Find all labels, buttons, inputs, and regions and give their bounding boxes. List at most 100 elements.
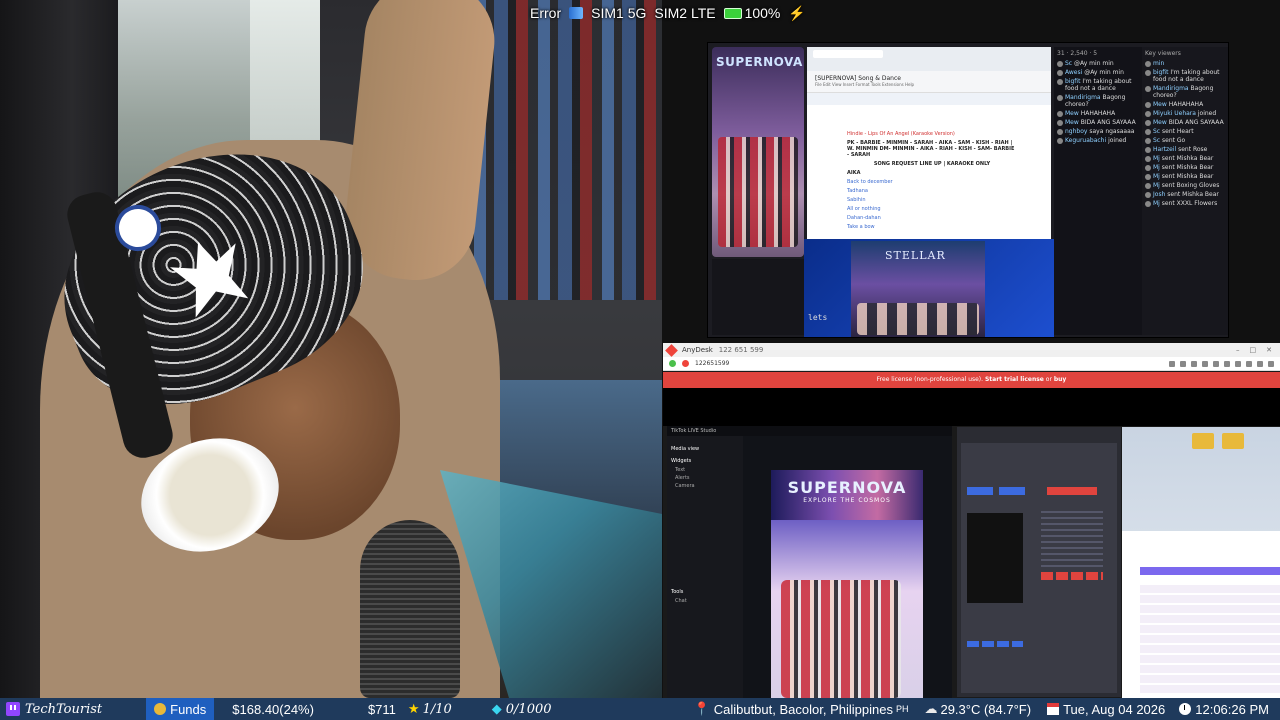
doc-link[interactable]: Back to december bbox=[847, 179, 1017, 185]
toolbar-icon[interactable] bbox=[1180, 360, 1186, 367]
chat-body: Mew HAHAHAHA bbox=[1153, 101, 1203, 108]
chat-username[interactable]: bigfit bbox=[1153, 69, 1168, 76]
cloud-icon: ☁ bbox=[924, 701, 938, 716]
avatar[interactable] bbox=[1145, 192, 1151, 198]
chat-username[interactable]: Hartzeil bbox=[1153, 146, 1176, 153]
remote-button-row[interactable] bbox=[1041, 572, 1103, 580]
start-trial-link[interactable]: Start trial license bbox=[985, 376, 1044, 383]
chat-username[interactable]: Josh bbox=[1153, 191, 1165, 198]
toolbar-icon[interactable] bbox=[1169, 360, 1175, 367]
avatar[interactable] bbox=[1057, 138, 1063, 144]
browser-tab[interactable] bbox=[813, 50, 883, 58]
avatar[interactable] bbox=[1057, 95, 1063, 101]
avatar[interactable] bbox=[1145, 156, 1151, 162]
chat-username[interactable]: Mj bbox=[1153, 155, 1160, 162]
avatar[interactable] bbox=[1145, 165, 1151, 171]
sidebar-item[interactable]: Camera bbox=[675, 483, 739, 489]
avatar[interactable] bbox=[1145, 111, 1151, 117]
chat-message: Mj sent Mishka Bear bbox=[1145, 164, 1225, 171]
toolbar-icon[interactable] bbox=[1257, 360, 1263, 367]
chat-username[interactable]: Mj bbox=[1153, 164, 1160, 171]
avatar[interactable] bbox=[1057, 79, 1063, 85]
minimize-icon[interactable]: – bbox=[1236, 346, 1240, 354]
sidebar-item[interactable]: Alerts bbox=[675, 475, 739, 481]
location-text: Calibutbut, Bacolor, Philippines bbox=[713, 701, 893, 717]
chat-username[interactable]: Sc bbox=[1153, 137, 1160, 144]
toolbar-icon[interactable] bbox=[1202, 360, 1208, 367]
sidebar-scene[interactable]: Media view bbox=[671, 446, 739, 452]
record-icon[interactable] bbox=[682, 360, 689, 367]
avatar[interactable] bbox=[1145, 70, 1151, 76]
chat-text: sent XXXL Flowers bbox=[1161, 200, 1218, 207]
avatar[interactable] bbox=[1145, 61, 1151, 67]
chat-username[interactable]: bigfit bbox=[1065, 78, 1080, 85]
avatar[interactable] bbox=[1145, 102, 1151, 108]
folder-icon[interactable] bbox=[1192, 433, 1214, 449]
chat-username[interactable]: Mew bbox=[1065, 110, 1079, 117]
microphone bbox=[360, 520, 460, 698]
avatar[interactable] bbox=[1145, 147, 1151, 153]
chat-username[interactable]: min bbox=[1153, 60, 1164, 67]
avatar[interactable] bbox=[1057, 61, 1063, 67]
remote-button[interactable] bbox=[999, 487, 1025, 495]
toolbar-icon[interactable] bbox=[1213, 360, 1219, 367]
chat-body: Awesi @Ay min min bbox=[1065, 69, 1124, 76]
chat-message: bigfit I'm taking about food not a dance bbox=[1145, 69, 1225, 83]
anydesk-session-id[interactable]: 122 651 599 bbox=[719, 346, 764, 354]
folder-icon[interactable] bbox=[1222, 433, 1244, 449]
avatar[interactable] bbox=[1145, 183, 1151, 189]
avatar[interactable] bbox=[1057, 111, 1063, 117]
chat-username[interactable]: nghboy bbox=[1065, 128, 1087, 135]
close-icon[interactable]: ✕ bbox=[1266, 346, 1272, 354]
doc-line: SONG REQUEST LINE UP | KARAOKE ONLY bbox=[873, 161, 991, 167]
remote-text-area[interactable] bbox=[967, 513, 1023, 603]
avatar[interactable] bbox=[1057, 120, 1063, 126]
chat-username[interactable]: Miyuki Uehara bbox=[1153, 110, 1196, 117]
avatar[interactable] bbox=[1145, 138, 1151, 144]
doc-link[interactable]: Sabihin bbox=[847, 197, 1017, 203]
remote-button-row[interactable] bbox=[967, 641, 1023, 647]
maximize-icon[interactable]: □ bbox=[1250, 346, 1257, 354]
toolbar-icon[interactable] bbox=[1191, 360, 1197, 367]
avatar[interactable] bbox=[1145, 86, 1151, 92]
chat-text: BIDA ANG SAYAAA bbox=[1168, 119, 1224, 126]
chat-username[interactable]: Mandirigma bbox=[1153, 85, 1189, 92]
chat-username[interactable]: Sc bbox=[1065, 60, 1072, 67]
chat-text: joined bbox=[1108, 137, 1127, 144]
chat-message: Josh sent Mishka Bear bbox=[1145, 191, 1225, 198]
sidebar-item[interactable]: Chat bbox=[675, 598, 739, 604]
doc-link[interactable]: Take a bow bbox=[847, 224, 1017, 230]
chat-body: Hartzeil sent Rose bbox=[1153, 146, 1207, 153]
doc-link[interactable]: Tadhana bbox=[847, 188, 1017, 194]
chat-body: Mj sent Mishka Bear bbox=[1153, 173, 1213, 180]
chat-username[interactable]: Keguruabachi bbox=[1065, 137, 1106, 144]
chat-username[interactable]: Mj bbox=[1153, 173, 1160, 180]
chat-username[interactable]: Mandirigma bbox=[1065, 94, 1101, 101]
chat-username[interactable]: Sc bbox=[1153, 128, 1160, 135]
avatar[interactable] bbox=[1145, 174, 1151, 180]
chat-message: min bbox=[1145, 60, 1225, 67]
avatar[interactable] bbox=[1145, 120, 1151, 126]
avatar[interactable] bbox=[1145, 201, 1151, 207]
chat-username[interactable]: Awesi bbox=[1065, 69, 1082, 76]
anydesk-tab-id[interactable]: 122651599 bbox=[695, 360, 729, 367]
buy-link[interactable]: buy bbox=[1054, 376, 1066, 383]
avatar[interactable] bbox=[1057, 70, 1063, 76]
sidebar-item[interactable]: Text bbox=[675, 467, 739, 473]
remote-button[interactable] bbox=[967, 487, 993, 495]
chat-username[interactable]: Mew bbox=[1153, 119, 1167, 126]
chat-username[interactable]: Mj bbox=[1153, 182, 1160, 189]
remote-button[interactable] bbox=[1047, 487, 1097, 495]
chat-username[interactable]: Mew bbox=[1065, 119, 1079, 126]
chat-username[interactable]: Mj bbox=[1153, 200, 1160, 207]
toolbar-icon[interactable] bbox=[1224, 360, 1230, 367]
avatar[interactable] bbox=[1145, 129, 1151, 135]
avatar[interactable] bbox=[1057, 129, 1063, 135]
toolbar-icon[interactable] bbox=[1246, 360, 1252, 367]
date-text: Tue, Aug 04 2026 bbox=[1063, 701, 1166, 717]
doc-link[interactable]: All or nothing bbox=[847, 206, 1017, 212]
toolbar-icon[interactable] bbox=[1268, 360, 1274, 367]
chat-username[interactable]: Mew bbox=[1153, 101, 1167, 108]
toolbar-icon[interactable] bbox=[1235, 360, 1241, 367]
doc-link[interactable]: Dahan-dahan bbox=[847, 215, 1017, 221]
